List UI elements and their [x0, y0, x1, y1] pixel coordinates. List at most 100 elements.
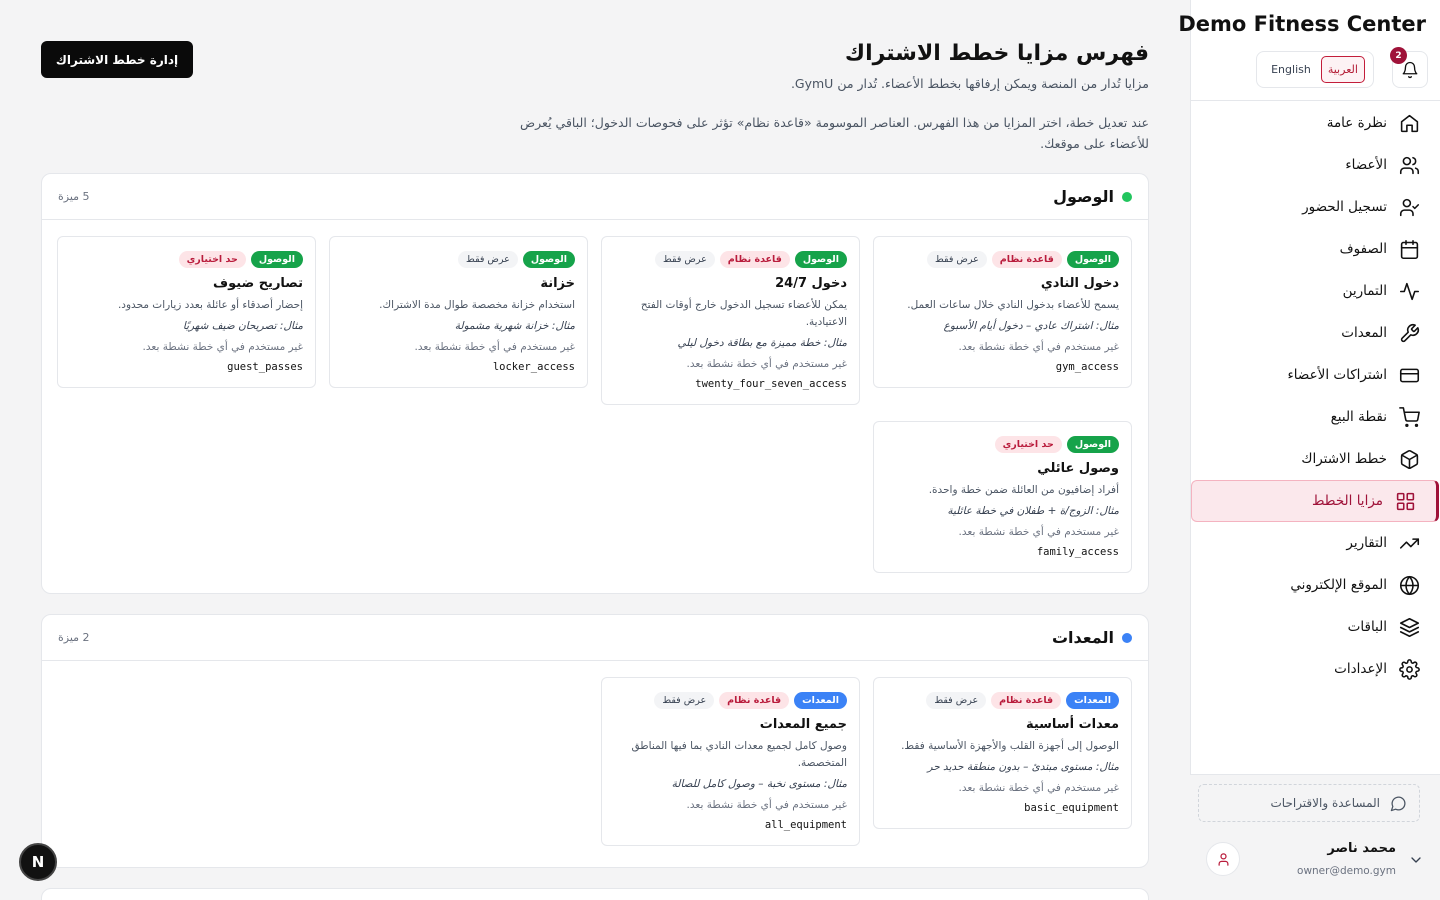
feature-example: مثال: خطة مميزة مع بطاقة دخول ليلي — [677, 337, 848, 349]
feature-tags: الوصول حد اختياري — [70, 249, 303, 269]
cart-icon — [1399, 406, 1420, 427]
section-title: الوصول — [1053, 187, 1114, 206]
feature-tag: الوصول — [522, 250, 575, 268]
divider — [1190, 100, 1440, 101]
feature-name: دخول النادي — [1040, 276, 1119, 291]
feature-example: مثال: مستوى نخبة – وصول كامل للصالة — [671, 778, 847, 790]
feature-name: تصاريح ضيوف — [213, 276, 303, 291]
sidebar-item-grid[interactable]: مزايا الخطط — [1191, 480, 1439, 522]
manage-plans-button[interactable]: إدارة خطط الاشتراك — [41, 41, 193, 78]
bell-icon — [1402, 61, 1418, 78]
section-count: 5 ميزة — [58, 190, 90, 203]
feature-tags: الوصول حد اختياري — [886, 434, 1119, 454]
feature-example: مثال: اشتراك عادي – دخول أيام الأسبوع — [943, 320, 1119, 332]
sidebar-item-users[interactable]: الأعضاء — [1190, 144, 1440, 186]
language-switcher: العربية English — [1256, 51, 1374, 88]
lang-arabic-button[interactable]: العربية — [1320, 56, 1365, 83]
sidebar-item-package[interactable]: خطط الاشتراك — [1190, 438, 1440, 480]
grid-icon — [1396, 492, 1415, 510]
sidebar-item-label: التقارير — [1346, 535, 1387, 551]
feature-tag: الوصول — [794, 250, 847, 268]
section-header: المعدات 2 ميزة — [42, 615, 1148, 661]
user-check-icon — [1399, 198, 1420, 216]
feature-tag: المعدات — [794, 691, 847, 709]
user-icon — [1218, 852, 1228, 866]
feature-example: مثال: الزوج/ة + طفلان في خطة عائلية — [947, 505, 1119, 517]
sidebar-item-label: الإعدادات — [1334, 661, 1387, 677]
notifications-button[interactable]: 2 — [1390, 47, 1428, 88]
section-color-dot — [1122, 191, 1132, 202]
feature-tags: المعدات قاعدة نظام عرض فقط — [614, 690, 847, 710]
feature-usage: غير مستخدم في أي خطة نشطة بعد. — [958, 526, 1119, 538]
feature-key: guest_passes — [227, 361, 303, 373]
feature-tag: حد اختياري — [178, 250, 246, 268]
feature-tag: حد اختياري — [994, 435, 1062, 453]
users-icon — [1399, 156, 1420, 174]
feature-tags: المعدات قاعدة نظام عرض فقط — [886, 690, 1119, 710]
sidebar-nav: نظرة عامة الأعضاء تسجيل الحضور الصفوف التمار… — [1190, 102, 1440, 690]
sidebar-item-label: تسجيل الحضور — [1302, 199, 1387, 215]
sidebar-item-user-check[interactable]: تسجيل الحضور — [1190, 186, 1440, 228]
sidebar: Demo Fitness Center العربية English 2 نظ… — [1178, 0, 1440, 900]
sidebar-item-activity[interactable]: التمارين — [1190, 270, 1440, 312]
feature-tag: الوصول — [250, 250, 303, 268]
sidebar-item-globe[interactable]: الموقع الإلكتروني — [1190, 564, 1440, 606]
feature-usage: غير مستخدم في أي خطة نشطة بعد. — [686, 799, 847, 811]
feature-tag: عرض فقط — [458, 250, 518, 268]
sidebar-item-cart[interactable]: نقطة البيع — [1190, 396, 1440, 438]
feature-key: family_access — [1036, 546, 1119, 558]
sidebar-item-gear[interactable]: الإعدادات — [1190, 648, 1440, 690]
sidebar-item-calendar[interactable]: الصفوف — [1190, 228, 1440, 270]
sidebar-item-label: اشتراكات الأعضاء — [1287, 367, 1387, 383]
feature-tags: الوصول قاعدة نظام عرض فقط — [614, 249, 847, 269]
sidebar-item-label: نقطة البيع — [1330, 409, 1387, 425]
feature-tag: قاعدة نظام — [991, 250, 1062, 268]
feature-name: جميع المعدات — [759, 717, 847, 732]
activity-icon — [1399, 282, 1420, 300]
user-menu[interactable]: محمد ناصر owner@demo.gym — [1202, 838, 1426, 884]
section-title: المعدات — [1051, 628, 1114, 647]
trending-up-icon — [1399, 537, 1420, 549]
feature-tag: عرض فقط — [927, 250, 987, 268]
globe-icon — [1399, 575, 1420, 595]
devtools-button[interactable]: N — [19, 843, 57, 881]
brand-title: Demo Fitness Center — [1178, 12, 1426, 36]
lang-english-button[interactable]: English — [1265, 57, 1317, 82]
feature-tag: الوصول — [1066, 435, 1119, 453]
feature-tag: المعدات — [1066, 691, 1119, 709]
section-header: الوصول 5 ميزة — [42, 174, 1148, 220]
feature-name: معدات أساسية — [1025, 717, 1119, 732]
sidebar-item-label: نظرة عامة — [1326, 115, 1387, 131]
chevron-down-icon — [1411, 857, 1421, 863]
feature-section: المعدات 2 ميزة المعدات قاعدة نظام عرض فقط معد… — [41, 614, 1149, 868]
sidebar-item-label: خطط الاشتراك — [1301, 451, 1387, 467]
feature-usage: غير مستخدم في أي خطة نشطة بعد. — [142, 341, 303, 353]
feature-tag: قاعدة نظام — [719, 691, 790, 709]
calendar-icon — [1400, 239, 1419, 259]
main-content: فهرس مزايا خطط الاشتراك مزايا تُدار من ا… — [41, 0, 1149, 900]
sidebar-item-home[interactable]: نظرة عامة — [1190, 102, 1440, 144]
section-color-dot — [1122, 632, 1132, 643]
user-name: محمد ناصر — [1327, 841, 1396, 856]
feature-card: الوصول قاعدة نظام عرض فقط دخول النادي يسمح ل… — [873, 236, 1132, 388]
help-feedback-button[interactable]: المساعدة والاقتراحات — [1198, 784, 1420, 822]
credit-card-icon — [1399, 368, 1420, 382]
feature-name: دخول 24/7 — [775, 276, 847, 291]
feature-usage: غير مستخدم في أي خطة نشطة بعد. — [958, 782, 1119, 794]
home-icon — [1400, 114, 1419, 132]
page-subtitle: مزايا تُدار من المنصة ويمكن إرفاقها بخطط… — [790, 76, 1149, 91]
feature-key: all_equipment — [764, 819, 847, 831]
feature-section: الوصول 5 ميزة الوصول قاعدة نظام عرض فقط دخول … — [41, 173, 1149, 594]
feature-description: إحضار أصدقاء أو عائلة بعدد زيارات محدود. — [117, 299, 303, 311]
feature-description: الوصول إلى أجهزة القلب والأجهزة الأساسية… — [901, 740, 1119, 752]
sidebar-item-trending-up[interactable]: التقارير — [1190, 522, 1440, 564]
feature-example: مثال: خزانة شهرية مشمولة — [454, 320, 575, 332]
sidebar-item-label: الباقات — [1347, 619, 1387, 635]
sidebar-item-wrench[interactable]: المعدات — [1190, 312, 1440, 354]
sidebar-item-layers[interactable]: الباقات — [1190, 606, 1440, 648]
feature-tag: الوصول — [1066, 250, 1119, 268]
user-email: owner@demo.gym — [1297, 865, 1396, 877]
feature-description: يمكن للأعضاء تسجيل الدخول خارج أوقات الف… — [640, 299, 847, 328]
avatar — [1206, 842, 1240, 876]
sidebar-item-credit-card[interactable]: اشتراكات الأعضاء — [1190, 354, 1440, 396]
